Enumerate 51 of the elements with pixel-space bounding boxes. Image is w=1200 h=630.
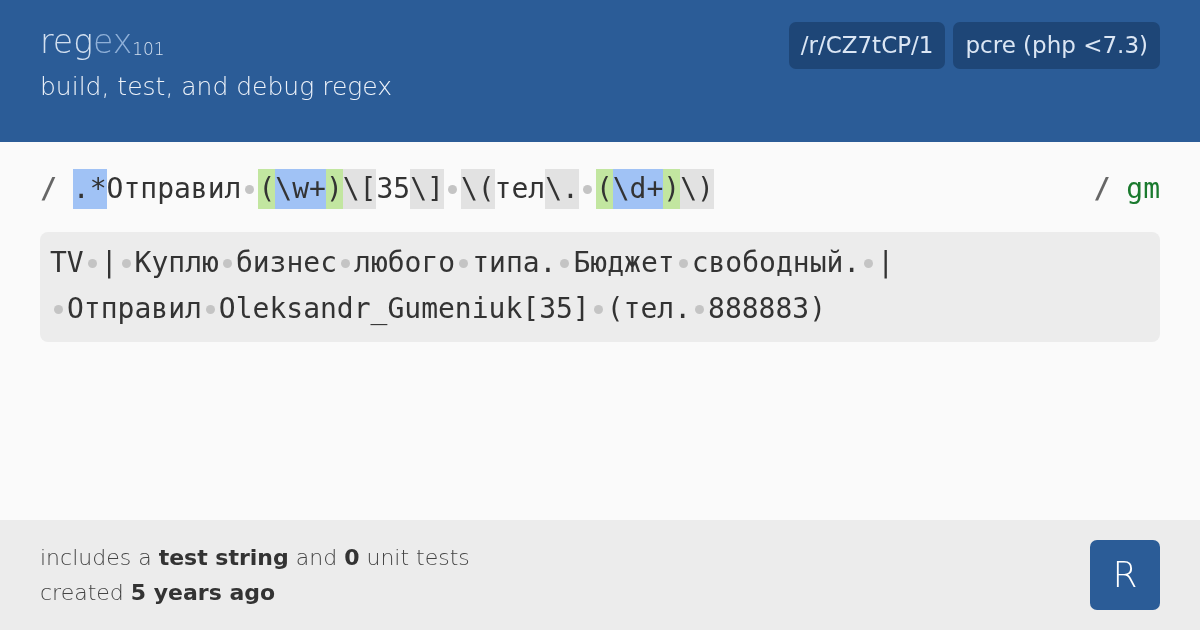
regex-delimiter: / bbox=[1093, 171, 1111, 207]
regex-token: .* bbox=[72, 169, 107, 209]
regex-token: \w+ bbox=[275, 169, 326, 209]
test-string-text: Куплю bbox=[134, 245, 219, 281]
whitespace-dot-icon bbox=[245, 184, 255, 194]
test-string-text: Отправил bbox=[67, 291, 202, 327]
whitespace-dot-icon bbox=[121, 258, 131, 268]
tagline: build, test, and debug regex bbox=[40, 70, 392, 103]
header-badge: pcre (php <7.3) bbox=[953, 22, 1160, 69]
whitespace-dot-icon bbox=[87, 258, 97, 268]
test-string-text: | bbox=[100, 245, 118, 281]
regex-group-token: ) bbox=[663, 169, 681, 209]
whitespace-dot-icon bbox=[593, 304, 603, 314]
test-string-text: любого bbox=[354, 245, 456, 281]
test-string-text: (тел. bbox=[606, 291, 692, 327]
whitespace-dot-icon bbox=[447, 184, 457, 194]
whitespace-dot-icon bbox=[205, 304, 215, 314]
whitespace-dot-icon bbox=[459, 258, 469, 268]
whitespace-dot-icon bbox=[54, 304, 63, 314]
regex-group-token: ( bbox=[595, 169, 613, 209]
test-string-text: свободный. bbox=[691, 245, 861, 281]
avatar-button[interactable]: R bbox=[1090, 540, 1160, 610]
footer-text: created 5 years ago bbox=[40, 579, 277, 607]
regex-escape-token: \. bbox=[545, 169, 579, 209]
test-string-text: Oleksandr_Gumeniuk[35] bbox=[218, 291, 590, 327]
regex-group-token: ( bbox=[258, 169, 276, 209]
whitespace-dot-icon bbox=[678, 258, 688, 268]
whitespace-dot-icon bbox=[582, 184, 592, 194]
regex-text: 35 bbox=[376, 171, 411, 207]
test-string-text: Бюджет bbox=[573, 245, 675, 281]
regex-text: Отправил bbox=[106, 171, 242, 207]
regex-delimiter: / bbox=[40, 171, 57, 207]
whitespace-dot-icon bbox=[864, 258, 874, 268]
whitespace-dot-icon bbox=[695, 304, 705, 314]
regex-escape-token: \) bbox=[680, 169, 714, 209]
footer-text: includes a test string and 0 unit tests bbox=[40, 544, 470, 572]
regex-escape-token: \[ bbox=[342, 169, 377, 209]
test-string-text: типа. bbox=[472, 245, 557, 281]
test-string-text: TV bbox=[50, 245, 84, 281]
regex-escape-token: \] bbox=[410, 169, 444, 209]
test-string-text: 888883) bbox=[708, 291, 827, 327]
header-badge: /r/CZ7tCP/1 bbox=[788, 22, 946, 69]
test-string-text: бизнес bbox=[235, 245, 338, 281]
whitespace-dot-icon bbox=[222, 258, 232, 268]
regex-escape-token: \( bbox=[460, 169, 495, 209]
whitespace-dot-icon bbox=[341, 258, 351, 268]
regex-text: тел bbox=[494, 171, 546, 207]
regex-token: \d+ bbox=[612, 169, 664, 209]
regex-flags[interactable]: gm bbox=[1126, 168, 1160, 210]
test-string-text: | bbox=[877, 245, 895, 281]
whitespace-dot-icon bbox=[560, 258, 570, 268]
